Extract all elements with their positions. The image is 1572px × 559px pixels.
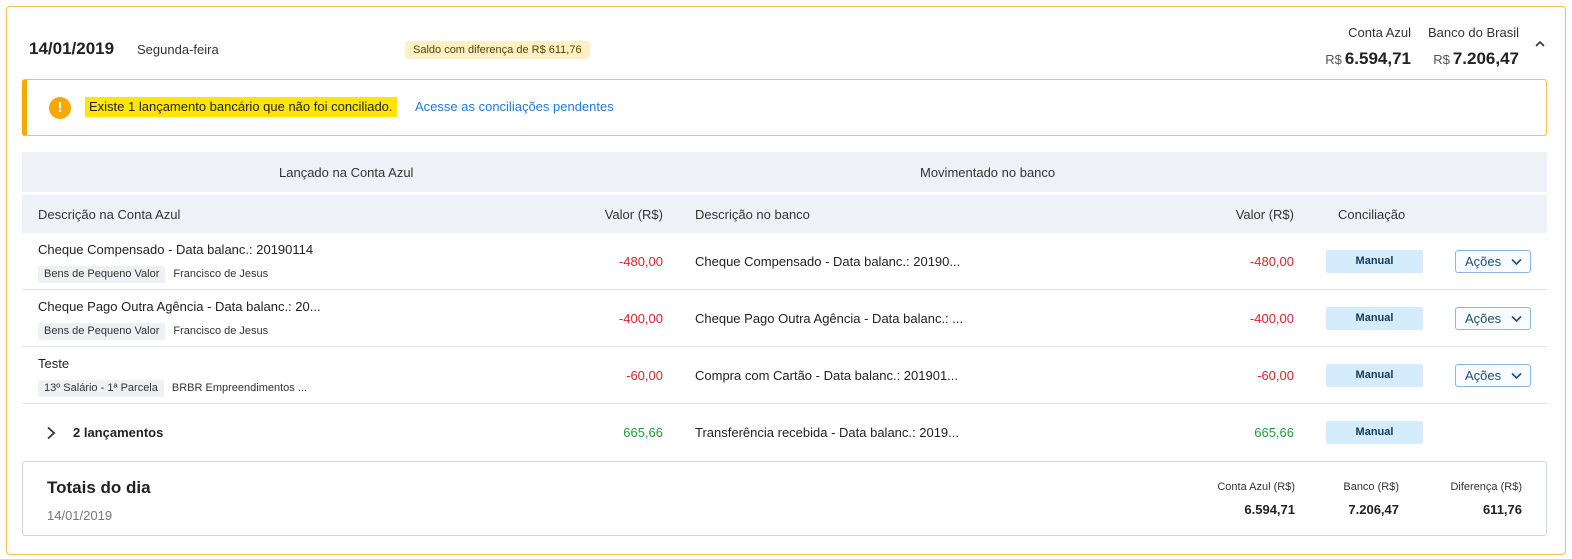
actions-dropdown[interactable]: Ações [1455, 307, 1531, 330]
category-tag: 13º Salário - 1ª Parcela [38, 380, 164, 397]
totals-conta-azul: Conta Azul (R$) 6.594,71 [1217, 481, 1295, 517]
entry-value: 665,66 [623, 425, 663, 440]
bank-description: Cheque Compensado - Data balanc.: 20190.… [695, 254, 961, 269]
table-row: Cheque Compensado - Data balanc.: 201901… [22, 233, 1547, 290]
unreconciled-alert: ! Existe 1 lançamento bancário que não f… [22, 79, 1547, 136]
bank-value: -60,00 [1257, 368, 1294, 383]
day-weekday: Segunda-feira [137, 42, 219, 57]
account-value: R$ 7.206,47 [1433, 49, 1519, 68]
chevron-down-icon [1511, 315, 1522, 323]
entry-value: -400,00 [618, 311, 663, 326]
entry-tags: Bens de Pequeno Valor Francisco de Jesus [38, 321, 276, 340]
chevron-up-icon[interactable] [1534, 38, 1546, 50]
contact-tag: BRBR Empreendimentos ... [171, 382, 307, 394]
actions-dropdown[interactable]: Ações [1455, 250, 1531, 273]
group-header-bank: Movimentado no banco [920, 165, 1056, 180]
totals-date: 14/01/2019 [47, 508, 113, 523]
entry-tags: 13º Salário - 1ª Parcela BRBR Empreendime… [38, 378, 315, 397]
entry-tags: Bens de Pequeno Valor Francisco de Jesus [38, 264, 276, 283]
conciliation-badge: Manual [1326, 250, 1423, 273]
group-header-conta-azul: Lançado na Conta Azul [279, 165, 414, 180]
grouped-entries-row[interactable]: 2 lançamentos 665,66 Transferência receb… [22, 404, 1547, 461]
reconciliation-table: Lançado na Conta Azul Movimentado no ban… [22, 152, 1547, 461]
conciliation-badge: Manual [1326, 364, 1423, 387]
entry-description: Teste [38, 356, 70, 371]
totals-bank: Banco (R$) 7.206,47 [1343, 481, 1399, 517]
alert-message: Existe 1 lançamento bancário que não foi… [85, 97, 397, 117]
contact-tag: Francisco de Jesus [173, 268, 269, 280]
contact-tag: Francisco de Jesus [173, 325, 269, 337]
entry-value: -60,00 [626, 368, 663, 383]
balance-difference-badge: Saldo com diferença de R$ 611,76 [405, 41, 590, 59]
account-name: Banco do Brasil [1427, 25, 1519, 40]
column-header-row: Descrição na Conta Azul Valor (R$) Descr… [22, 195, 1547, 233]
account-name: Conta Azul [1348, 25, 1411, 40]
bank-description: Cheque Pago Outra Agência - Data balanc.… [695, 311, 964, 326]
exclamation-icon: ! [49, 97, 71, 119]
entry-description: Cheque Compensado - Data balanc.: 201901… [38, 242, 314, 257]
col-desc-conta-azul: Descrição na Conta Azul [38, 207, 181, 222]
bank-description: Compra com Cartão - Data balanc.: 201901… [695, 368, 959, 383]
bank-value: 665,66 [1254, 425, 1294, 440]
col-value-bank: Valor (R$) [1235, 207, 1294, 222]
totals-difference: Diferença (R$) 611,76 [1450, 481, 1522, 517]
conciliation-badge: Manual [1326, 421, 1423, 444]
bank-balance: Banco do Brasil R$ 7.206,47 [1428, 25, 1519, 69]
col-value-conta-azul: Valor (R$) [604, 207, 663, 222]
group-header-row: Lançado na Conta Azul Movimentado no ban… [22, 152, 1547, 192]
col-conciliation: Conciliação [1338, 207, 1406, 222]
grouped-entries-label: 2 lançamentos [73, 425, 164, 440]
entry-description: Cheque Pago Outra Agência - Data balanc.… [38, 299, 321, 314]
conta-azul-balance: Conta Azul R$ 6.594,71 [1325, 25, 1411, 69]
category-tag: Bens de Pequeno Valor [38, 323, 166, 340]
bank-description: Transferência recebida - Data balanc.: 2… [695, 425, 959, 440]
conciliation-badge: Manual [1326, 307, 1423, 330]
pending-reconciliations-link[interactable]: Acesse as conciliações pendentes [415, 97, 614, 117]
account-value: R$ 6.594,71 [1325, 49, 1411, 68]
actions-dropdown[interactable]: Ações [1455, 364, 1531, 387]
chevron-down-icon [1511, 372, 1522, 380]
category-tag: Bens de Pequeno Valor [38, 266, 166, 283]
day-date: 14/01/2019 [29, 39, 115, 58]
entry-value: -480,00 [618, 254, 663, 269]
bank-value: -480,00 [1249, 254, 1294, 269]
table-row: Cheque Pago Outra Agência - Data balanc.… [22, 290, 1547, 347]
chevron-right-icon[interactable] [46, 426, 56, 440]
chevron-down-icon [1511, 258, 1522, 266]
bank-value: -400,00 [1249, 311, 1294, 326]
table-row: Teste 13º Salário - 1ª Parcela BRBR Empre… [22, 347, 1547, 404]
col-desc-bank: Descrição no banco [695, 207, 810, 222]
day-totals: Totais do dia 14/01/2019 Conta Azul (R$)… [22, 461, 1547, 536]
totals-title: Totais do dia [47, 478, 151, 497]
